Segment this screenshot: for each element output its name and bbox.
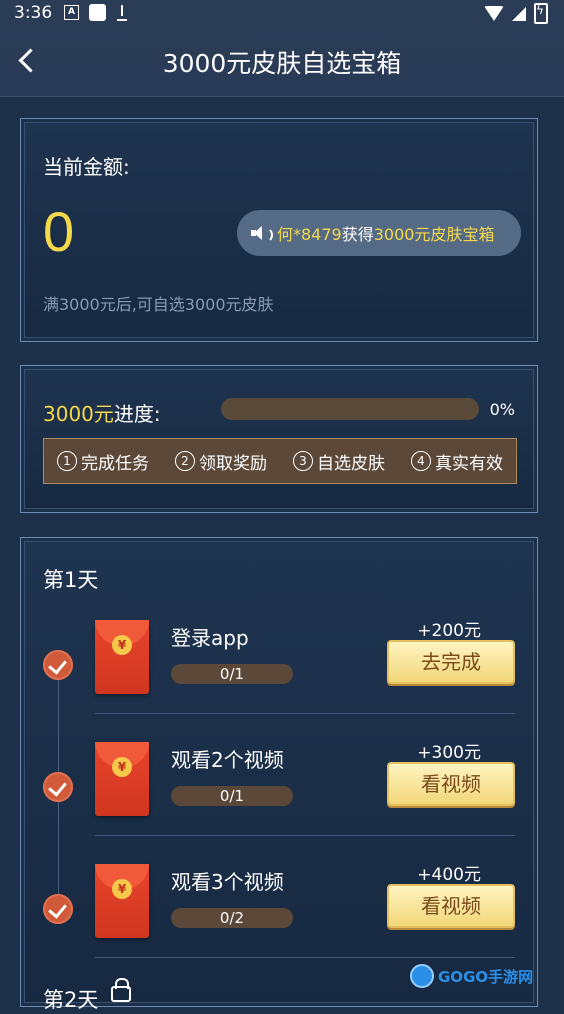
balance-panel: 当前金额: 0 何*8479 获得 3000元皮肤宝箱 满3000元后,可自选3… — [20, 118, 538, 342]
step-number-icon: 3 — [293, 451, 313, 471]
app-notification-icon — [89, 4, 106, 21]
balance-note: 满3000元后,可自选3000元皮肤 — [43, 295, 274, 314]
complete-task-button[interactable]: 去完成 — [387, 640, 515, 684]
ticker-text: 获得 — [341, 225, 374, 244]
day-2-title: 第2天 — [43, 988, 99, 1012]
red-envelope-icon — [95, 864, 149, 938]
balance-label: 当前金额: — [43, 155, 130, 179]
status-time: 3:36 — [14, 3, 53, 23]
task-reward: +400元 — [417, 865, 481, 885]
task-name: 观看3个视频 — [171, 870, 284, 894]
status-notification-icons: A — [64, 4, 128, 21]
status-bar: 3:36 A — [0, 0, 564, 26]
task-progress: 0/1 — [171, 786, 293, 806]
speaker-icon — [251, 225, 273, 243]
task-name: 观看2个视频 — [171, 748, 284, 772]
ticker-prize: 3000元皮肤宝箱 — [373, 225, 495, 244]
watermark: GOGO手游网 — [410, 962, 533, 990]
wifi-icon — [484, 6, 504, 21]
download-icon — [116, 4, 128, 21]
red-envelope-icon — [95, 742, 149, 816]
a-notification-icon: A — [64, 5, 79, 20]
task-reward: +300元 — [417, 743, 481, 763]
progress-amount: 3000元 — [43, 402, 114, 426]
step-item: 1 完成任务 — [57, 449, 149, 474]
progress-label: 3000元进度: — [43, 398, 161, 427]
task-row: 登录app 0/1 +200元 去完成 — [21, 614, 539, 734]
status-system-icons — [484, 3, 548, 24]
watermark-logo-icon — [410, 964, 434, 988]
step-number-icon: 4 — [411, 451, 431, 471]
step-item: 3 自选皮肤 — [293, 449, 385, 474]
step-number-icon: 2 — [175, 451, 195, 471]
nav-bar: 3000元皮肤自选宝箱 — [0, 26, 564, 97]
step-item: 2 领取奖励 — [175, 449, 267, 474]
task-progress: 0/1 — [171, 664, 293, 684]
balance-value: 0 — [43, 200, 75, 263]
row-divider — [95, 835, 515, 836]
task-reward: +200元 — [417, 621, 481, 641]
task-row: 观看2个视频 0/1 +300元 看视频 — [21, 736, 539, 856]
check-icon — [43, 894, 73, 924]
day-1-title: 第1天 — [43, 568, 99, 592]
tasks-panel: 第1天 登录app 0/1 +200元 去完成 观看2个视频 0/1 +300元… — [20, 537, 539, 1012]
row-divider — [95, 713, 515, 714]
progress-label-text: 进度: — [113, 402, 161, 426]
step-label: 完成任务 — [81, 453, 149, 474]
watch-video-button[interactable]: 看视频 — [387, 884, 515, 928]
watermark-text: GOGO手游网 — [438, 967, 534, 986]
watch-video-button[interactable]: 看视频 — [387, 762, 515, 806]
step-number-icon: 1 — [57, 451, 77, 471]
task-name: 登录app — [171, 626, 249, 650]
red-envelope-icon — [95, 620, 149, 694]
steps-box: 1 完成任务 2 领取奖励 3 自选皮肤 4 真实有效 — [43, 438, 517, 484]
step-label: 领取奖励 — [199, 453, 267, 474]
row-divider — [95, 957, 515, 958]
battery-icon — [534, 3, 548, 24]
check-icon — [43, 772, 73, 802]
check-icon — [43, 650, 73, 680]
page-title: 3000元皮肤自选宝箱 — [162, 49, 402, 78]
task-progress: 0/2 — [171, 908, 293, 928]
task-row: 观看3个视频 0/2 +400元 看视频 — [21, 858, 539, 978]
step-label: 真实有效 — [435, 453, 503, 474]
signal-icon — [512, 6, 526, 21]
winner-ticker: 何*8479 获得 3000元皮肤宝箱 — [237, 210, 521, 256]
progress-bar — [221, 398, 479, 420]
step-label: 自选皮肤 — [317, 453, 385, 474]
progress-percent: 0% — [489, 400, 515, 419]
progress-panel: 3000元进度: 0% 1 完成任务 2 领取奖励 3 自选皮肤 4 真实有效 — [20, 365, 538, 513]
ticker-user: 何*8479 — [277, 225, 342, 244]
step-item: 4 真实有效 — [411, 449, 503, 474]
